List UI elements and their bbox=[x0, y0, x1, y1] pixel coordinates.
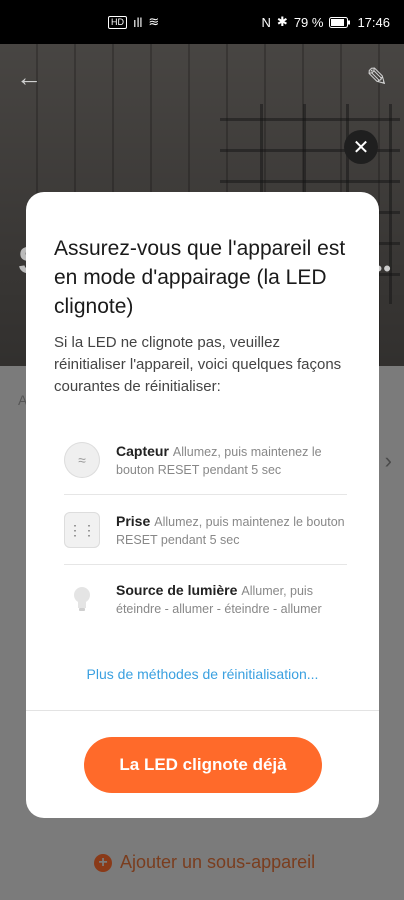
reset-method-plug: ⋮⋮ Prise Allumez, puis maintenez le bouto… bbox=[64, 512, 347, 549]
sensor-icon: ≈ bbox=[64, 442, 100, 478]
status-left: HD ıll ≋ bbox=[108, 14, 159, 30]
bluetooth-icon: ✱ bbox=[276, 14, 288, 29]
reset-method-sensor: ≈ Capteur Allumez, puis maintenez le bout… bbox=[64, 442, 347, 479]
pairing-mode-dialog: Assurez-vous que l'appareil est en mode … bbox=[26, 192, 379, 818]
method-name: Prise bbox=[116, 513, 151, 529]
led-blinking-confirm-button[interactable]: La LED clignote déjà bbox=[84, 737, 322, 793]
nfc-icon: N bbox=[261, 14, 271, 30]
add-sub-device-button[interactable]: + Ajouter un sous-appareil bbox=[94, 852, 315, 873]
add-sub-device-label: Ajouter un sous-appareil bbox=[120, 852, 316, 872]
dialog-title: Assurez-vous que l'appareil est en mode … bbox=[54, 237, 346, 318]
footer-divider bbox=[26, 710, 379, 711]
method-name: Source de lumière bbox=[116, 582, 238, 598]
dialog-description: Si la LED ne clignote pas, veuillez réin… bbox=[54, 334, 342, 395]
status-bar: HD ıll ≋ N ✱ 79 % 17:46 bbox=[0, 0, 404, 44]
divider bbox=[64, 564, 347, 565]
clock: 17:46 bbox=[357, 14, 390, 30]
plus-circle-icon: + bbox=[94, 853, 112, 872]
status-right: N ✱ 79 % 17:46 bbox=[262, 14, 390, 30]
method-name: Capteur bbox=[116, 443, 169, 459]
reset-method-light: Source de lumière Allumer, puis éteindre … bbox=[64, 581, 347, 618]
close-button[interactable]: ✕ bbox=[344, 130, 378, 164]
bulb-icon bbox=[64, 581, 100, 617]
signal-icon: ıll bbox=[133, 14, 143, 30]
plug-icon: ⋮⋮ bbox=[64, 512, 100, 548]
more-reset-methods-link[interactable]: Plus de méthodes de réinitialisation... bbox=[26, 666, 379, 682]
divider bbox=[64, 494, 347, 495]
hd-chip: HD bbox=[108, 15, 127, 29]
close-icon: ✕ bbox=[352, 136, 370, 159]
battery-percent: 79 % bbox=[293, 14, 324, 30]
battery-icon bbox=[329, 16, 351, 28]
wifi-icon: ≋ bbox=[148, 14, 160, 29]
edit-icon[interactable]: ✎ bbox=[366, 62, 388, 93]
back-arrow-icon[interactable]: ← bbox=[16, 62, 42, 93]
method-instruction: Allumez, puis maintenez le bouton RESET … bbox=[116, 515, 345, 547]
chevron-right-icon[interactable]: › bbox=[385, 448, 392, 474]
